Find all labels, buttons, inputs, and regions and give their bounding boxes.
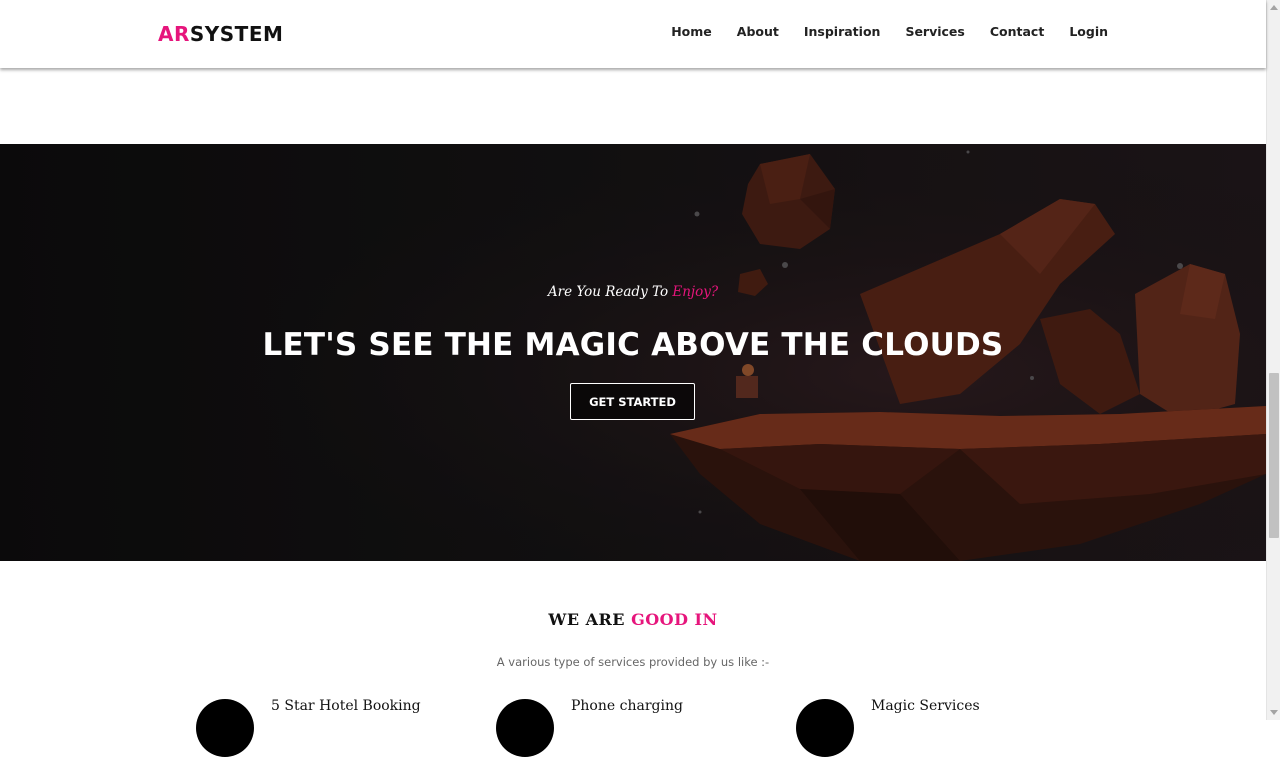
logo-rest: SYSTEM [189, 22, 284, 46]
service-label: Phone charging [571, 698, 683, 714]
scroll-up-icon[interactable] [1270, 5, 1278, 10]
services-title: WE ARE GOOD IN [0, 610, 1266, 629]
nav-item-login[interactable]: Login [1069, 24, 1108, 40]
services-title-accent: GOOD IN [631, 610, 718, 629]
service-label: 5 Star Hotel Booking [271, 698, 421, 714]
nav-item-home[interactable]: Home [671, 24, 712, 40]
hero-subtitle: Are You Ready To Enjoy? [0, 284, 1266, 300]
get-started-button[interactable]: GET STARTED [570, 383, 695, 420]
hero-subtitle-accent: Enjoy? [672, 284, 719, 300]
logo-accent: AR [158, 22, 190, 46]
site-header: ARSYSTEM Home About Inspiration Services… [0, 0, 1266, 68]
service-label: Magic Services [871, 698, 980, 714]
page-scrollbar[interactable] [1266, 0, 1280, 720]
service-item: Magic Services [796, 698, 1076, 757]
services-title-prefix: WE ARE [548, 610, 632, 629]
nav-item-contact[interactable]: Contact [990, 24, 1044, 40]
hero-subtitle-prefix: Are You Ready To [547, 284, 673, 300]
service-item: Phone charging [496, 698, 776, 757]
circle-icon [196, 699, 254, 757]
nav-item-services[interactable]: Services [905, 24, 964, 40]
brand-logo[interactable]: ARSYSTEM [158, 22, 283, 46]
circle-icon [796, 699, 854, 757]
scrollbar-thumb[interactable] [1269, 373, 1279, 538]
service-item: 5 Star Hotel Booking [196, 698, 476, 757]
services-subtitle: A various type of services provided by u… [496, 655, 770, 669]
circle-icon [496, 699, 554, 757]
hero-title: LET'S SEE THE MAGIC ABOVE THE CLOUDS [262, 327, 1004, 363]
nav-item-about[interactable]: About [737, 24, 779, 40]
hero-banner: Are You Ready To Enjoy? LET'S SEE THE MA… [0, 144, 1266, 561]
nav-item-inspiration[interactable]: Inspiration [804, 24, 881, 40]
scroll-down-icon[interactable] [1270, 710, 1278, 715]
main-nav: Home About Inspiration Services Contact … [646, 24, 1108, 40]
